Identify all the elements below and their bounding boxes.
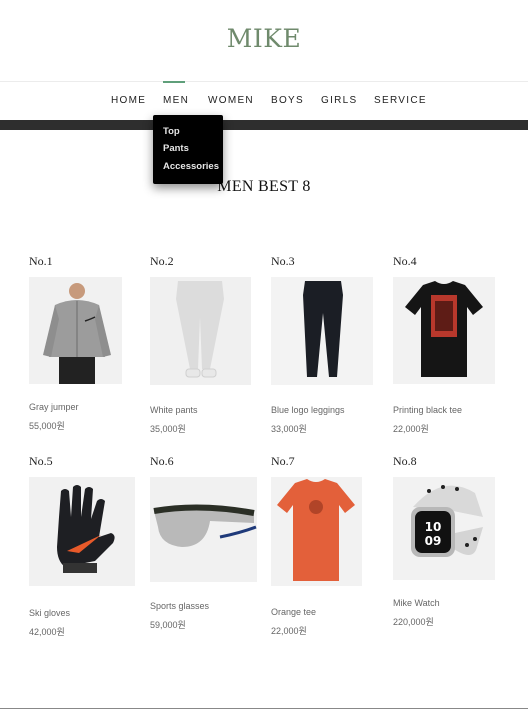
gloves-image[interactable] [29,477,135,586]
dropdown-item-pants[interactable]: Pants [163,143,189,154]
product-price: 42,000원 [29,627,65,637]
section-title: MEN BEST 8 [217,178,311,195]
product-rank: No.6 [150,454,174,468]
nav-item-service[interactable]: SERVICE [374,95,427,106]
product-price: 55,000원 [29,421,65,431]
product-rank: No.2 [150,254,174,268]
product-rank: No.1 [29,254,53,268]
product-name[interactable]: Sports glasses [150,601,209,611]
gray-jumper-image[interactable] [29,277,122,384]
black-tee-image[interactable] [393,277,495,384]
nav-active-indicator [163,81,185,83]
product-price: 220,000원 [393,617,434,627]
product-rank: No.4 [393,254,417,268]
nav-item-men[interactable]: MEN [163,95,189,106]
site-logo[interactable]: MIKE [0,24,528,53]
page-bottom-divider [0,708,528,709]
orange-tee-image[interactable] [271,477,362,586]
men-dropdown-menu: Top Pants Accessories [153,115,223,184]
product-rank: No.8 [393,454,417,468]
product-name[interactable]: Ski gloves [29,608,70,618]
nav-item-girls[interactable]: GIRLS [321,95,358,106]
product-rank: No.3 [271,254,295,268]
white-pants-image[interactable] [150,277,251,385]
dropdown-item-top[interactable]: Top [163,126,180,137]
header-band [0,120,528,130]
product-rank: No.7 [271,454,295,468]
main-nav: HOME MEN WOMEN BOYS GIRLS SERVICE [0,95,528,109]
product-name[interactable]: Orange tee [271,607,316,617]
product-price: 33,000원 [271,424,307,434]
nav-item-boys[interactable]: BOYS [271,95,304,106]
product-name[interactable]: Printing black tee [393,405,462,415]
product-name[interactable]: White pants [150,405,198,415]
product-price: 22,000원 [271,626,307,636]
nav-item-home[interactable]: HOME [111,95,146,106]
product-name[interactable]: Gray jumper [29,402,79,412]
watch-image[interactable]: 10 09 [393,477,495,580]
glasses-image[interactable] [150,477,257,582]
svg-text:09: 09 [425,534,442,548]
dropdown-item-accessories[interactable]: Accessories [163,161,219,172]
svg-text:10: 10 [425,520,442,534]
product-name[interactable]: Blue logo leggings [271,405,345,415]
nav-divider [0,81,528,82]
product-price: 59,000원 [150,620,186,630]
product-price: 35,000원 [150,424,186,434]
product-name[interactable]: Mike Watch [393,598,440,608]
leggings-image[interactable] [271,277,373,385]
nav-item-women[interactable]: WOMEN [208,95,254,106]
product-price: 22,000원 [393,424,429,434]
product-rank: No.5 [29,454,53,468]
